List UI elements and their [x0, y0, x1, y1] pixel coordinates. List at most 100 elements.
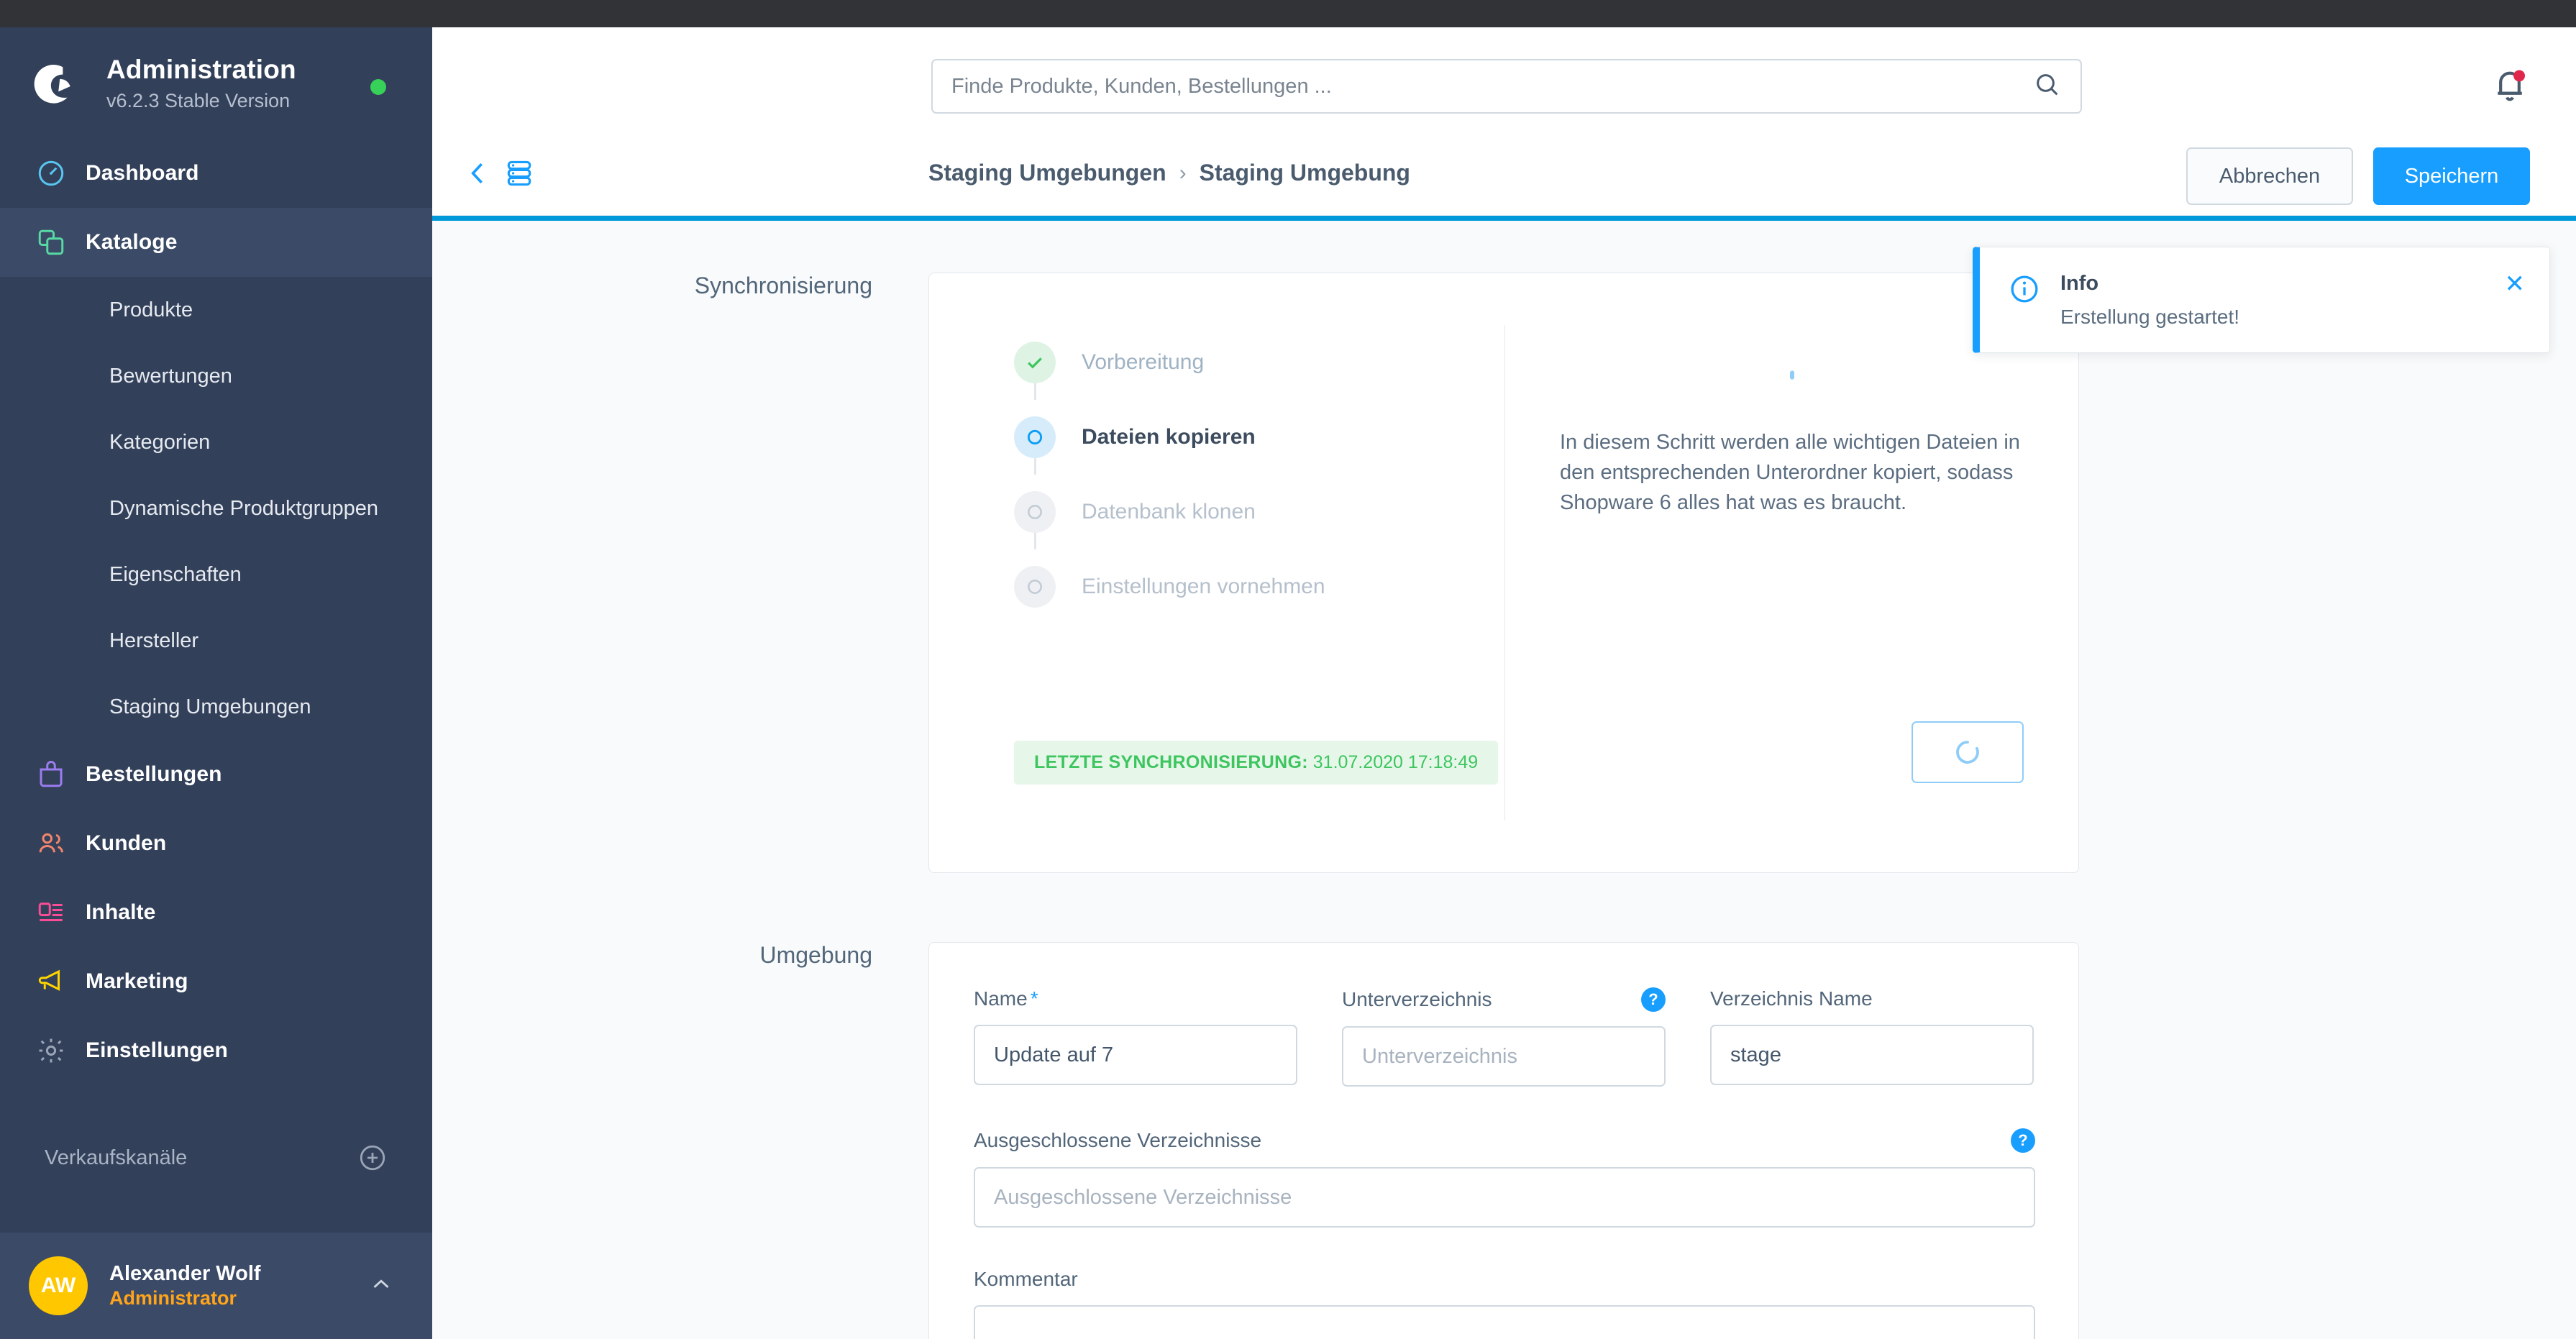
- save-button[interactable]: Speichern: [2373, 147, 2530, 205]
- chevron-up-icon[interactable]: [367, 1271, 395, 1302]
- avatar: AW: [29, 1256, 88, 1315]
- sidebar-subitem-label: Dynamische Produktgruppen: [109, 496, 378, 520]
- user-menu[interactable]: AW Alexander Wolf Administrator: [0, 1233, 432, 1339]
- brand-title: Administration: [106, 55, 296, 85]
- subdirectory-input[interactable]: [1342, 1026, 1666, 1087]
- sidebar-item-label: Inhalte: [86, 900, 156, 924]
- sidebar-item-label: Einstellungen: [86, 1038, 228, 1062]
- speedometer-icon: [29, 158, 73, 188]
- last-sync-value: 31.07.2020 17:18:49: [1312, 752, 1479, 772]
- sidebar-item-marketing[interactable]: Marketing: [0, 947, 432, 1016]
- field-name-label: Name *: [974, 987, 1038, 1010]
- help-circle-icon[interactable]: ?: [2011, 1128, 2035, 1153]
- search-bar[interactable]: [931, 59, 2082, 114]
- field-directory-name: Verzeichnis Name: [1710, 987, 2034, 1087]
- name-input[interactable]: [974, 1025, 1297, 1085]
- sidebar-item-label: Marketing: [86, 969, 188, 993]
- sync-detail-panel: In diesem Schritt werden alle wichtigen …: [1505, 273, 2078, 872]
- sync-step-label: Vorbereitung: [1082, 350, 1205, 374]
- breadcrumb: Staging Umgebungen › Staging Umgebung: [928, 160, 1410, 186]
- sidebar-subitem-dynamische-produktgruppen[interactable]: Dynamische Produktgruppen: [0, 475, 432, 541]
- database-list-icon[interactable]: [503, 157, 535, 193]
- last-sync-badge: LETZTE SYNCHRONISIERUNG: 31.07.2020 17:1…: [1014, 741, 1499, 785]
- gear-icon: [29, 1036, 73, 1066]
- circle-icon: [1014, 491, 1056, 533]
- sync-step-vorbereitung: Vorbereitung: [1014, 325, 1504, 400]
- field-directory-name-label: Verzeichnis Name: [1710, 987, 1873, 1010]
- circle-icon: [1014, 416, 1056, 458]
- users-icon: [29, 828, 73, 859]
- environment-section: Umgebung Name * Unterverzeichnis ?: [432, 873, 2576, 1339]
- sidebar-item-kunden[interactable]: Kunden: [0, 809, 432, 878]
- required-marker: *: [1030, 987, 1038, 1010]
- copy-squares-icon: [29, 227, 73, 257]
- search-input[interactable]: [951, 74, 2033, 99]
- shopware-logo-icon: [30, 60, 78, 107]
- back-button[interactable]: [462, 157, 494, 193]
- notifications-button[interactable]: [2490, 65, 2530, 105]
- sidebar-item-inhalte[interactable]: Inhalte: [0, 878, 432, 947]
- sidebar-item-label: Bestellungen: [86, 762, 222, 786]
- content-icon: [29, 897, 73, 928]
- sidebar-subitem-eigenschaften[interactable]: Eigenschaften: [0, 541, 432, 608]
- toast-message: Erstellung gestartet!: [2060, 306, 2240, 328]
- check-icon: [1014, 342, 1056, 383]
- field-excluded-directories-label: Ausgeschlossene Verzeichnisse ?: [974, 1128, 2035, 1153]
- sidebar-subitem-label: Produkte: [109, 298, 193, 321]
- help-circle-icon[interactable]: ?: [1641, 987, 1666, 1012]
- sidebar-subitem-hersteller[interactable]: Hersteller: [0, 608, 432, 674]
- info-circle-icon: [2009, 273, 2040, 352]
- breadcrumb-current: Staging Umgebung: [1199, 160, 1410, 186]
- circle-icon: [1014, 566, 1056, 608]
- sync-step-label: Dateien kopieren: [1082, 425, 1256, 449]
- field-comment: Kommentar: [974, 1268, 2035, 1339]
- plus-circle-icon[interactable]: [357, 1143, 388, 1173]
- field-subdirectory: Unterverzeichnis ?: [1342, 987, 1666, 1087]
- os-title-bar: [0, 0, 2576, 27]
- info-toast: Info Erstellung gestartet! ✕: [1973, 247, 2550, 353]
- sync-step-description: In diesem Schritt werden alle wichtigen …: [1560, 431, 2020, 515]
- breadcrumb-separator: ›: [1179, 160, 1187, 185]
- comment-textarea[interactable]: [974, 1305, 2035, 1339]
- sidebar-subitem-label: Bewertungen: [109, 364, 232, 388]
- sync-step-dateien-kopieren: Dateien kopieren: [1014, 400, 1504, 475]
- brand-version: v6.2.3 Stable Version: [106, 89, 291, 111]
- sidebar-subitem-bewertungen[interactable]: Bewertungen: [0, 343, 432, 409]
- cancel-button[interactable]: Abbrechen: [2186, 147, 2353, 205]
- directory-name-input[interactable]: [1710, 1025, 2034, 1085]
- sidebar-item-dashboard[interactable]: Dashboard: [0, 139, 432, 208]
- sync-loading-button[interactable]: [1912, 721, 2024, 783]
- notification-dot: [2513, 70, 2525, 82]
- sidebar-subitem-label: Staging Umgebungen: [109, 695, 311, 718]
- sidebar: Administration v6.2.3 Stable Version Das…: [0, 27, 432, 1339]
- toast-body: Info Erstellung gestartet!: [2060, 272, 2492, 352]
- page-content: Synchronisierung Vorbereitung Dateien ko…: [432, 221, 2576, 1339]
- sidebar-item-bestellungen[interactable]: Bestellungen: [0, 740, 432, 809]
- toolbar-actions: Abbrechen Speichern: [2186, 147, 2530, 205]
- sidebar-subitem-staging-umgebungen[interactable]: Staging Umgebungen: [0, 674, 432, 740]
- sidebar-subitem-label: Eigenschaften: [109, 562, 242, 586]
- field-name: Name *: [974, 987, 1297, 1087]
- close-icon[interactable]: ✕: [2505, 272, 2526, 352]
- sidebar-item-kataloge[interactable]: Kataloge: [0, 208, 432, 277]
- sync-step-datenbank-klonen: Datenbank klonen: [1014, 475, 1504, 549]
- top-header: [432, 27, 2576, 137]
- sidebar-item-label: Dashboard: [86, 161, 199, 185]
- sidebar-item-einstellungen[interactable]: Einstellungen: [0, 1016, 432, 1085]
- breadcrumb-parent[interactable]: Staging Umgebungen: [928, 160, 1166, 186]
- sidebar-subitem-produkte[interactable]: Produkte: [0, 277, 432, 343]
- synchronisation-section-label: Synchronisierung: [694, 273, 872, 298]
- environment-field-row-1: Name * Unterverzeichnis ? Verzeichnis Na…: [974, 987, 2034, 1087]
- search-icon[interactable]: [2033, 70, 2062, 103]
- excluded-directories-input[interactable]: [974, 1167, 2035, 1228]
- last-sync-label: LETZTE SYNCHRONISIERUNG:: [1034, 752, 1308, 772]
- field-excluded-directories: Ausgeschlossene Verzeichnisse ?: [974, 1128, 2035, 1228]
- megaphone-icon: [29, 966, 73, 997]
- environment-section-label: Umgebung: [759, 942, 872, 968]
- sidebar-subitem-kategorien[interactable]: Kategorien: [0, 409, 432, 475]
- sync-steps-list: Vorbereitung Dateien kopieren Datenbank …: [1014, 325, 1504, 624]
- user-name: Alexander Wolf: [109, 1262, 261, 1285]
- brand-header[interactable]: Administration v6.2.3 Stable Version: [0, 27, 432, 139]
- sidebar-subitem-label: Hersteller: [109, 629, 199, 652]
- field-subdirectory-label: Unterverzeichnis ?: [1342, 987, 1666, 1012]
